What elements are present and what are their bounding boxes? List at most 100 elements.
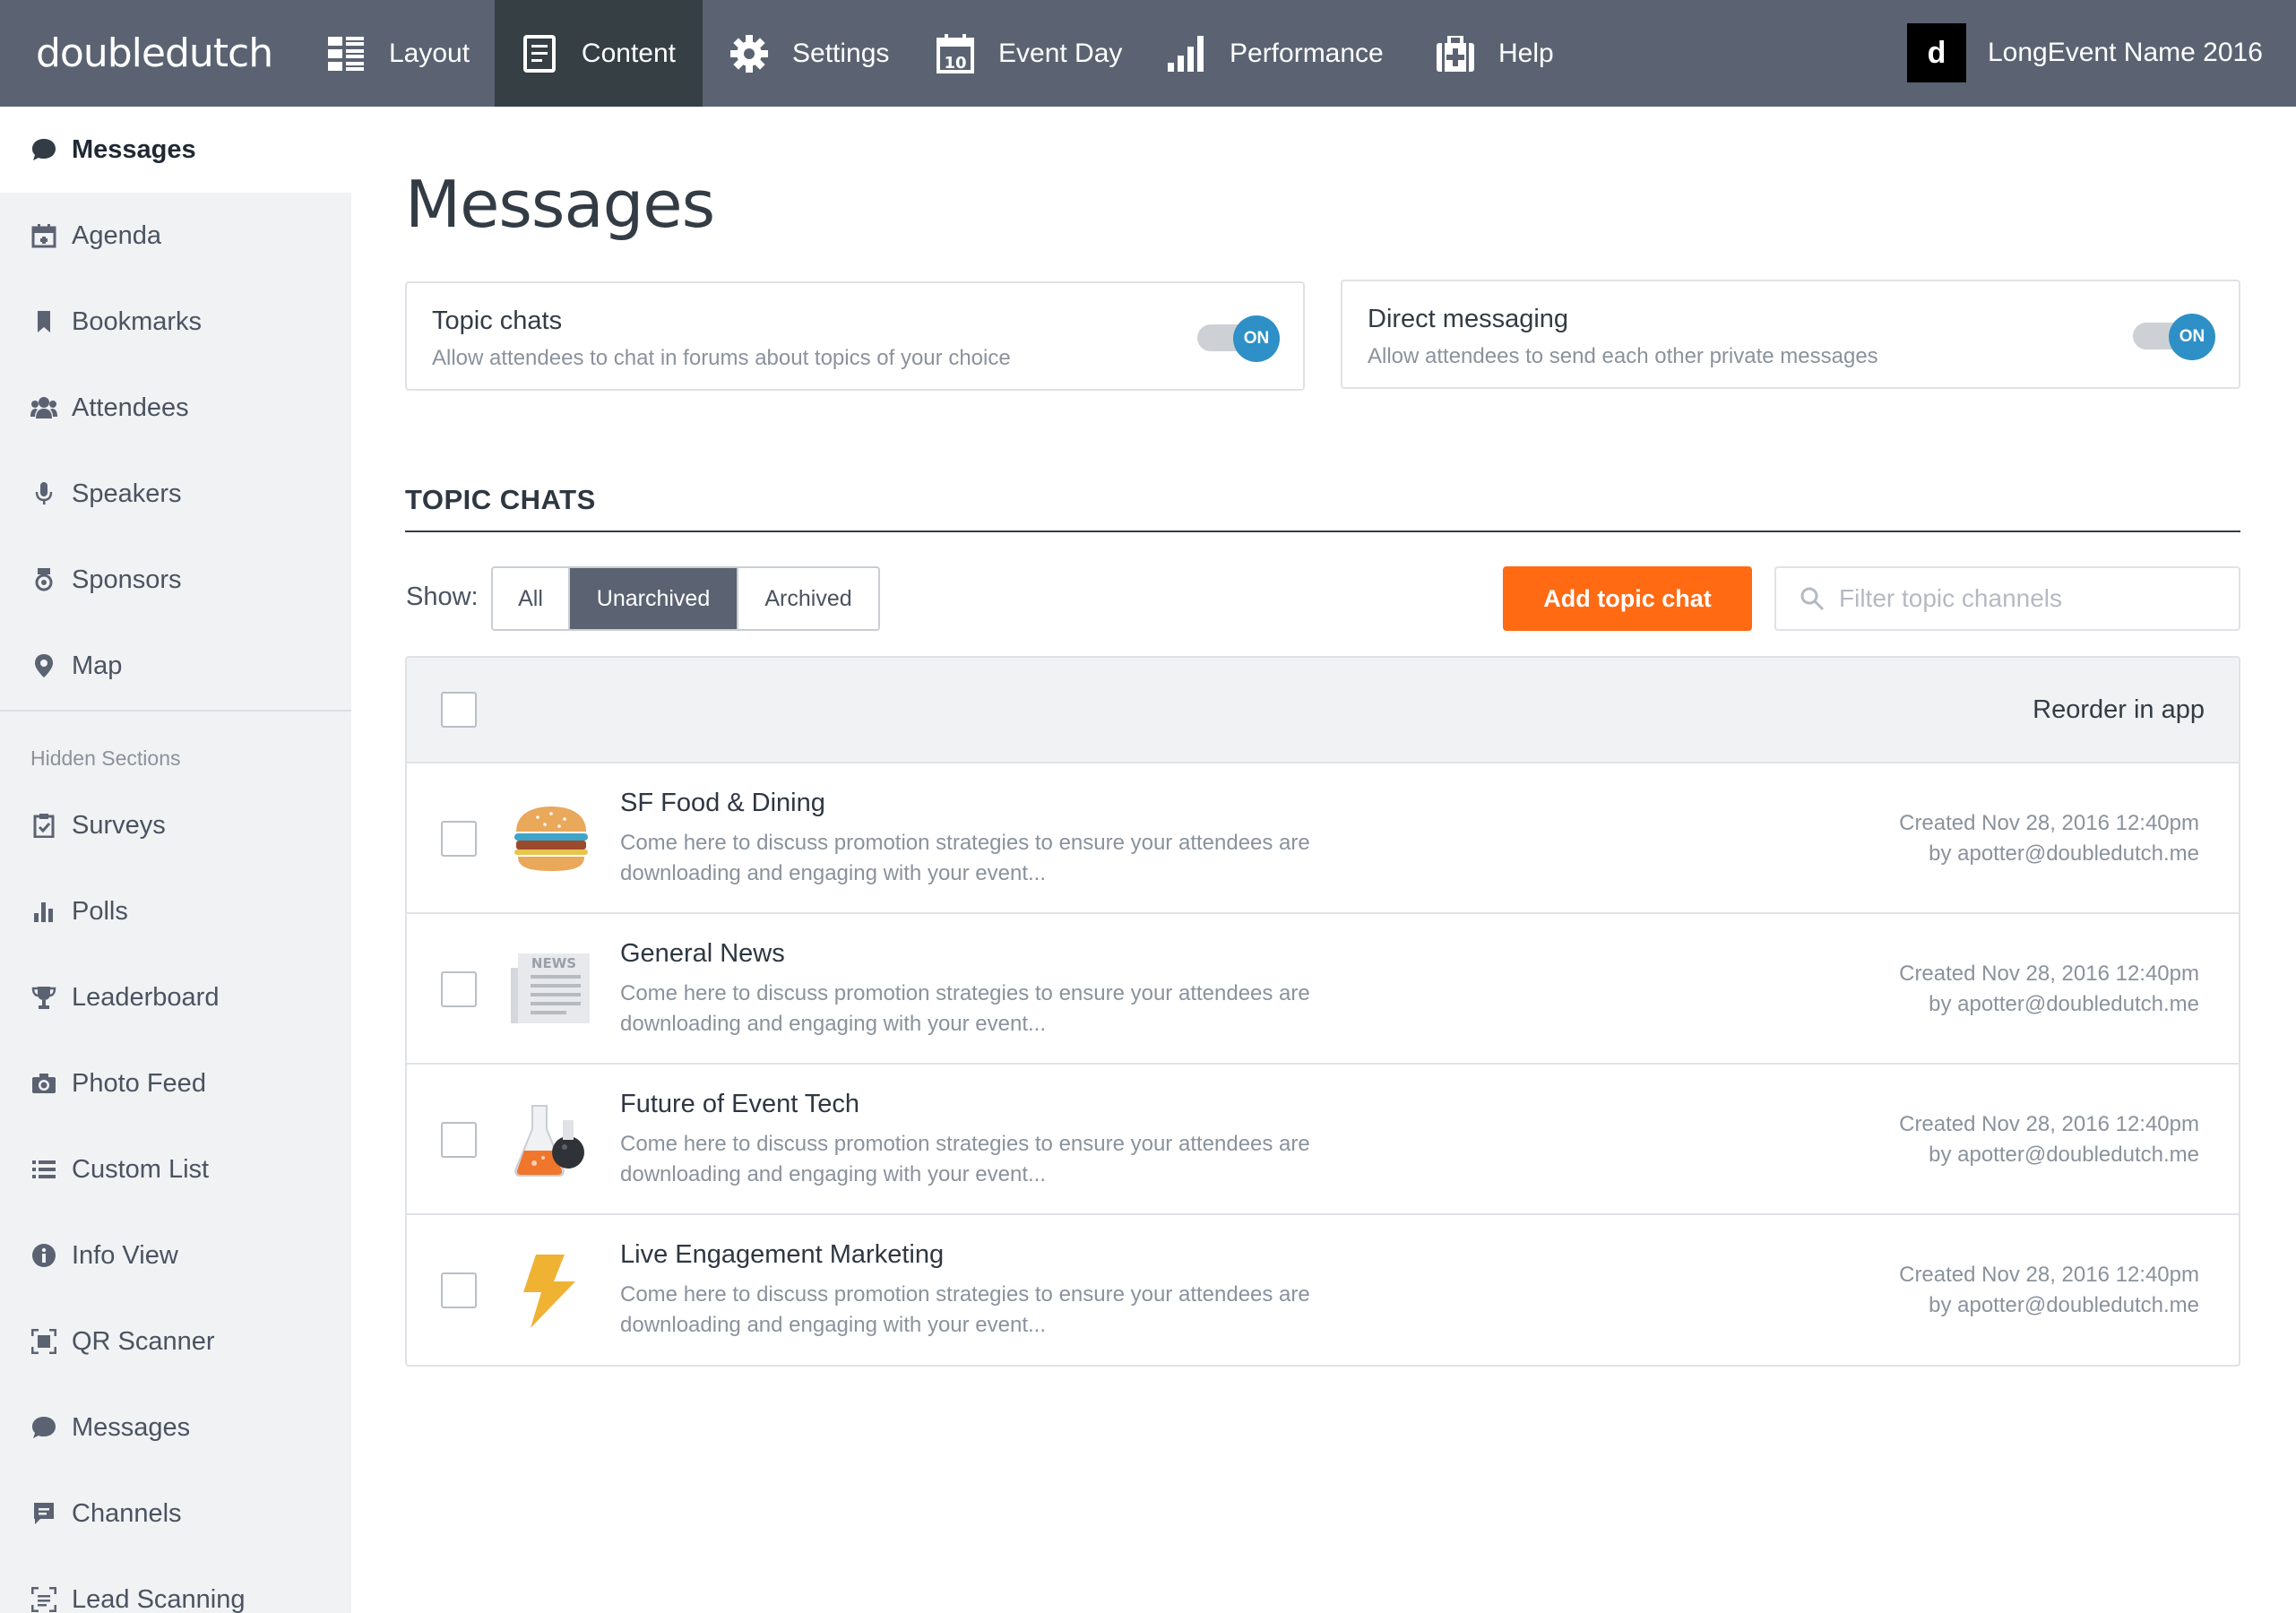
sidebar-item-speakers[interactable]: Speakers — [0, 451, 351, 537]
sidebar-item-info-view[interactable]: Info View — [0, 1212, 351, 1298]
row-checkbox[interactable] — [441, 821, 477, 857]
sidebar-item-label: Surveys — [72, 810, 166, 840]
hidden-sections-label: Hidden Sections — [30, 746, 181, 770]
sidebar-item-attendees[interactable]: Attendees — [0, 365, 351, 451]
search-input[interactable] — [1839, 584, 2233, 613]
sidebar-item-label: Bookmarks — [72, 306, 203, 336]
table-row[interactable]: SF Food & Dining Come here to discuss pr… — [407, 763, 2239, 914]
row-meta: Created Nov 28, 2016 12:40pm by apotter@… — [1899, 1109, 2199, 1170]
row-checkbox[interactable] — [441, 1272, 477, 1308]
nav-content[interactable]: Content — [495, 0, 703, 107]
nav-help-label: Help — [1498, 38, 1554, 68]
add-topic-chat-button[interactable]: Add topic chat — [1503, 566, 1752, 631]
qr-icon — [30, 1328, 57, 1355]
page-title: Messages — [405, 167, 715, 242]
sidebar-item-qr-scanner[interactable]: QR Scanner — [0, 1298, 351, 1384]
sidebar-item-agenda[interactable]: Agenda — [0, 193, 351, 279]
filter-unarchived-button[interactable]: Unarchived — [570, 568, 738, 629]
sidebar-item-lead-scanning[interactable]: Lead Scanning — [0, 1557, 351, 1613]
table-row[interactable]: Future of Event Tech Come here to discus… — [407, 1065, 2239, 1215]
sidebar-item-leaderboard[interactable]: Leaderboard — [0, 954, 351, 1040]
sidebar-item-map[interactable]: Map — [0, 623, 351, 709]
row-created: Created Nov 28, 2016 12:40pm — [1899, 1263, 2199, 1287]
logo[interactable]: doubledutch — [36, 30, 273, 76]
sidebar-item-channels[interactable]: Channels — [0, 1471, 351, 1557]
show-label: Show: — [406, 582, 479, 611]
nav-performance-label: Performance — [1230, 38, 1384, 68]
row-description: Come here to discuss promotion strategie… — [620, 981, 1310, 1036]
section-divider — [405, 530, 2240, 532]
sidebar-item-label: Info View — [72, 1240, 178, 1270]
gear-icon — [729, 34, 769, 73]
sidebar-item-polls[interactable]: Polls — [0, 868, 351, 954]
scan-icon — [30, 1586, 57, 1613]
topic-chats-toggle[interactable]: ON — [1197, 315, 1280, 362]
calendar-icon: 10 — [936, 33, 975, 73]
bar-chart-icon — [1167, 34, 1206, 73]
chat-bubble-icon — [30, 1414, 57, 1441]
row-title[interactable]: General News — [620, 939, 785, 969]
nav-event-day[interactable]: 10 Event Day — [909, 0, 1149, 107]
sidebar-item-sponsors[interactable]: Sponsors — [0, 537, 351, 623]
sidebar-item-label: Map — [72, 651, 123, 680]
sidebar-item-label: Lead Scanning — [72, 1584, 246, 1613]
row-meta: Created Nov 28, 2016 12:40pm by apotter@… — [1899, 959, 2199, 1020]
table-row[interactable]: Live Engagement Marketing Come here to d… — [407, 1215, 2239, 1365]
top-navbar: doubledutch Layout Content Settings 10 E… — [0, 0, 2296, 107]
nav-help[interactable]: Help — [1409, 0, 1581, 107]
sidebar-item-custom-list[interactable]: Custom List — [0, 1126, 351, 1212]
nav-layout[interactable]: Layout — [299, 0, 496, 107]
toggle-knob: ON — [2169, 314, 2215, 360]
row-meta: Created Nov 28, 2016 12:40pm by apotter@… — [1899, 1260, 2199, 1321]
sidebar-item-bookmarks[interactable]: Bookmarks — [0, 279, 351, 365]
row-title[interactable]: SF Food & Dining — [620, 789, 825, 818]
direct-messaging-toggle[interactable]: ON — [2133, 314, 2215, 360]
sidebar-item-label: Speakers — [72, 479, 182, 508]
sidebar-item-label: Messages — [72, 134, 196, 164]
sidebar-item-messages[interactable]: Messages — [0, 107, 351, 193]
filter-all-button[interactable]: All — [493, 568, 570, 629]
filter-archived-button[interactable]: Archived — [738, 568, 878, 629]
row-title[interactable]: Future of Event Tech — [620, 1090, 859, 1119]
nav-settings[interactable]: Settings — [703, 0, 916, 107]
toggle-knob: ON — [1233, 315, 1280, 362]
topic-chats-table: Reorder in app SF Food & Dining Come her… — [405, 656, 2240, 1367]
row-author: by apotter@doubledutch.me — [1929, 1293, 2199, 1317]
burger-icon — [511, 798, 591, 878]
sidebar-item-photo-feed[interactable]: Photo Feed — [0, 1040, 351, 1126]
row-created: Created Nov 28, 2016 12:40pm — [1899, 1112, 2199, 1136]
sidebar-item-surveys[interactable]: Surveys — [0, 782, 351, 868]
sidebar-item-label: Leaderboard — [72, 982, 220, 1012]
section-title: TOPIC CHATS — [405, 484, 596, 515]
nav-settings-label: Settings — [792, 38, 890, 68]
event-avatar[interactable]: d — [1907, 23, 1966, 82]
bar-chart-icon — [30, 898, 57, 925]
svg-text:10: 10 — [944, 54, 966, 73]
card-description: Allow attendees to send each other priva… — [1368, 344, 1878, 368]
microphone-icon — [30, 480, 57, 507]
select-all-checkbox[interactable] — [441, 692, 477, 728]
search-icon — [1800, 586, 1825, 611]
card-description: Allow attendees to chat in forums about … — [432, 346, 1011, 370]
first-aid-icon — [1436, 34, 1475, 73]
row-author: by apotter@doubledutch.me — [1929, 1143, 2199, 1167]
table-row[interactable]: NEWS General News Come here to discuss p… — [407, 914, 2239, 1065]
event-name[interactable]: LongEvent Name 2016 — [1988, 38, 2263, 68]
sidebar-item-label: QR Scanner — [72, 1326, 215, 1356]
trophy-icon — [30, 984, 57, 1011]
layout-icon — [326, 34, 366, 73]
row-description: Come here to discuss promotion strategie… — [620, 1282, 1310, 1337]
sidebar: Messages Agenda Bookmarks Attendees Spea… — [0, 107, 351, 1613]
row-checkbox[interactable] — [441, 971, 477, 1007]
row-created: Created Nov 28, 2016 12:40pm — [1899, 962, 2199, 986]
row-title[interactable]: Live Engagement Marketing — [620, 1240, 944, 1270]
nav-performance[interactable]: Performance — [1140, 0, 1411, 107]
table-header: Reorder in app — [407, 658, 2239, 763]
sidebar-item-label: Custom List — [72, 1154, 210, 1184]
sidebar-item-messages-hidden[interactable]: Messages — [0, 1384, 351, 1471]
filter-topic-channels — [1774, 566, 2240, 631]
card-title: Topic chats — [432, 306, 563, 335]
sidebar-item-label: Attendees — [72, 392, 189, 422]
row-checkbox[interactable] — [441, 1122, 477, 1158]
reorder-in-app-link[interactable]: Reorder in app — [2033, 695, 2205, 725]
